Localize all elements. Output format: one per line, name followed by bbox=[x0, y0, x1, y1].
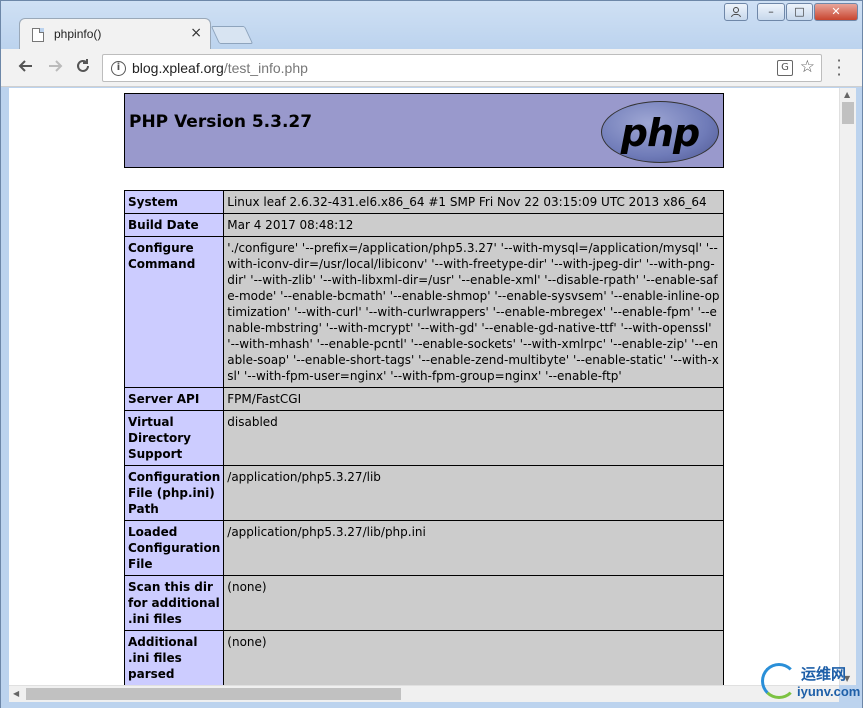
forward-arrow-icon[interactable] bbox=[44, 57, 66, 79]
scroll-left-icon[interactable]: ◀ bbox=[13, 689, 19, 698]
table-row: Configure Command './configure' '--prefix… bbox=[123, 236, 724, 388]
table-row: Scan this dir for additional .ini files(… bbox=[123, 575, 724, 631]
tab-bar: phpinfo() × – □ ✕ bbox=[1, 1, 862, 50]
maximize-button[interactable]: □ bbox=[786, 3, 813, 21]
user-profile-button[interactable] bbox=[724, 3, 748, 21]
translate-icon[interactable]: G bbox=[777, 60, 793, 76]
row-key: Virtual Directory Support bbox=[123, 410, 225, 466]
close-window-button[interactable]: ✕ bbox=[814, 3, 858, 21]
row-value: /application/php5.3.27/lib/php.ini bbox=[223, 520, 724, 576]
row-value: Mar 4 2017 08:48:12 bbox=[223, 213, 724, 237]
row-key: System bbox=[123, 190, 225, 214]
row-key: Configure Command bbox=[123, 236, 225, 388]
row-value: /application/php5.3.27/lib bbox=[223, 465, 724, 521]
table-row: System Linux leaf 2.6.32-431.el6.x86_64 #… bbox=[123, 190, 724, 214]
minimize-button[interactable]: – bbox=[757, 3, 785, 21]
page-icon bbox=[32, 28, 44, 42]
row-key: Additional .ini files parsed bbox=[123, 630, 225, 685]
php-logo-text: php bbox=[620, 111, 700, 155]
row-value: './configure' '--prefix=/application/php… bbox=[223, 236, 724, 388]
php-version-header: PHP Version 5.3.27 php bbox=[124, 93, 724, 168]
window-bottom-border bbox=[1, 702, 862, 708]
row-key: Build Date bbox=[123, 213, 225, 237]
php-logo[interactable]: php bbox=[601, 101, 719, 163]
watermark-cn: 运维网 bbox=[801, 665, 847, 683]
reload-icon[interactable] bbox=[72, 57, 94, 79]
close-tab-icon[interactable]: × bbox=[190, 25, 202, 41]
tab-phpinfo[interactable]: phpinfo() × bbox=[19, 18, 211, 50]
vertical-scrollbar[interactable]: ▲ ▼ bbox=[839, 88, 856, 685]
address-bar[interactable]: i blog.xpleaf.org/test_info.php G ☆ bbox=[102, 54, 822, 82]
row-key: Configuration File (php.ini) Path bbox=[123, 465, 225, 521]
url-host: blog.xpleaf.org bbox=[132, 60, 224, 76]
watermark-swirl-icon bbox=[761, 663, 797, 699]
phpinfo-table: System Linux leaf 2.6.32-431.el6.x86_64 #… bbox=[123, 190, 724, 685]
tab-title: phpinfo() bbox=[54, 27, 102, 41]
new-tab-button[interactable] bbox=[210, 26, 254, 44]
row-key: Scan this dir for additional .ini files bbox=[123, 575, 225, 631]
url-text: blog.xpleaf.org/test_info.php bbox=[132, 60, 308, 76]
row-key: Server API bbox=[123, 387, 225, 411]
table-row: Build Date Mar 4 2017 08:48:12 bbox=[123, 213, 724, 237]
row-value: disabled bbox=[223, 410, 724, 466]
page-viewport: PHP Version 5.3.27 php System Linux leaf … bbox=[9, 88, 839, 685]
horizontal-scroll-thumb[interactable] bbox=[26, 688, 401, 700]
row-value: FPM/FastCGI bbox=[223, 387, 724, 411]
star-icon[interactable]: ☆ bbox=[800, 57, 815, 77]
menu-icon[interactable]: · · · bbox=[834, 53, 844, 83]
row-key: Loaded Configuration File bbox=[123, 520, 225, 576]
table-row: Additional .ini files parsed (none) bbox=[123, 630, 724, 685]
browser-toolbar: i blog.xpleaf.org/test_info.php G ☆ · · · bbox=[1, 49, 862, 87]
watermark-url: iyunv.com bbox=[797, 684, 861, 699]
table-row: Configuration File (php.ini) Path/applic… bbox=[123, 465, 724, 521]
vertical-scroll-thumb[interactable] bbox=[842, 102, 854, 124]
table-row: Virtual Directory Support disabled bbox=[123, 410, 724, 466]
horizontal-scrollbar[interactable]: ◀ bbox=[9, 685, 839, 702]
table-row: Server API FPM/FastCGI bbox=[123, 387, 724, 411]
watermark-logo: 运维网 iyunv.com bbox=[759, 659, 863, 707]
browser-window: phpinfo() × – □ ✕ i blog.xpleaf.org/test… bbox=[0, 0, 863, 708]
info-icon[interactable]: i bbox=[111, 61, 126, 76]
user-icon bbox=[731, 7, 741, 18]
row-value: (none) bbox=[223, 630, 724, 685]
row-value: Linux leaf 2.6.32-431.el6.x86_64 #1 SMP … bbox=[223, 190, 724, 214]
scroll-up-icon[interactable]: ▲ bbox=[844, 90, 850, 99]
url-path: /test_info.php bbox=[223, 60, 308, 76]
back-arrow-icon[interactable] bbox=[15, 57, 37, 79]
page-title: PHP Version 5.3.27 bbox=[129, 112, 313, 132]
table-row: Loaded Configuration File/application/ph… bbox=[123, 520, 724, 576]
row-value: (none) bbox=[223, 575, 724, 631]
